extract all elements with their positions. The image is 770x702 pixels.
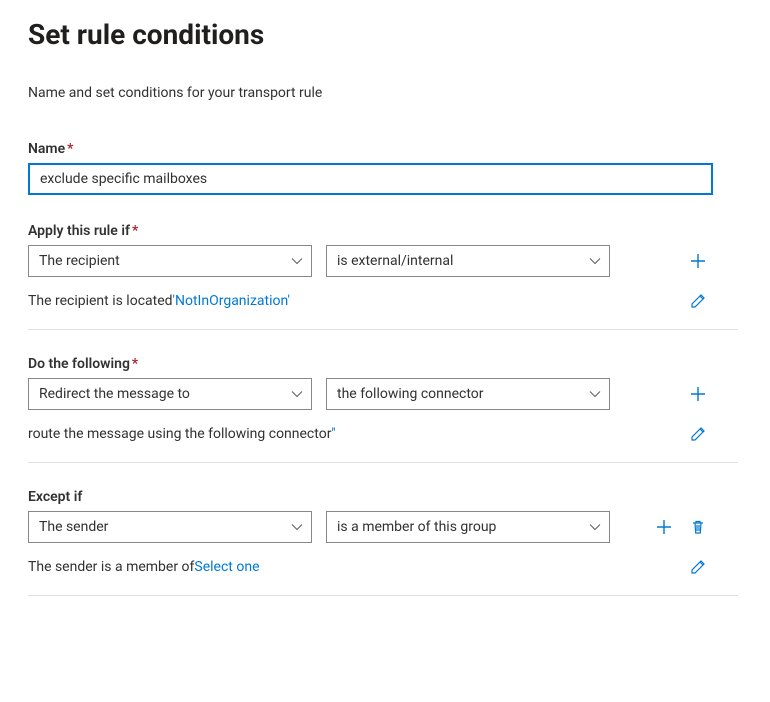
edit-exception-button[interactable] — [688, 557, 708, 577]
except-if-predicate-select[interactable]: is a member of this group — [326, 511, 610, 543]
edit-action-button[interactable] — [688, 424, 708, 444]
do-following-label: Do the following* — [28, 356, 742, 372]
apply-if-predicate-value: is external/internal — [337, 253, 453, 269]
apply-if-summary-link[interactable]: 'NotInOrganization' — [173, 293, 290, 309]
apply-if-condition-select[interactable]: The recipient — [28, 245, 312, 277]
divider — [28, 329, 738, 330]
divider — [28, 462, 738, 463]
chevron-down-icon — [291, 521, 303, 533]
apply-if-label-text: Apply this rule if — [28, 223, 130, 239]
do-following-label-text: Do the following — [28, 356, 130, 372]
chevron-down-icon — [589, 388, 601, 400]
required-asterisk: * — [132, 356, 138, 372]
except-if-predicate-value: is a member of this group — [337, 519, 496, 535]
do-following-action-select[interactable]: Redirect the message to — [28, 378, 312, 410]
name-label: Name* — [28, 141, 742, 157]
page-title: Set rule conditions — [28, 18, 742, 51]
except-if-block: Except if The sender is a member of this… — [28, 489, 742, 596]
apply-if-condition-value: The recipient — [39, 253, 120, 269]
do-following-summary-text: route the message using the following co… — [28, 426, 331, 442]
divider — [28, 595, 738, 596]
chevron-down-icon — [589, 521, 601, 533]
except-if-summary-link[interactable]: Select one — [194, 559, 259, 575]
except-if-condition-select[interactable]: The sender — [28, 511, 312, 543]
add-action-button[interactable] — [688, 384, 708, 404]
do-following-block: Do the following* Redirect the message t… — [28, 356, 742, 463]
chevron-down-icon — [291, 255, 303, 267]
apply-if-summary-text: The recipient is located — [28, 293, 173, 309]
page-subtitle: Name and set conditions for your transpo… — [28, 85, 742, 101]
add-condition-button[interactable] — [688, 251, 708, 271]
do-following-summary-link[interactable]: '' — [331, 426, 335, 442]
except-if-label-text: Except if — [28, 489, 82, 505]
required-asterisk: * — [67, 141, 73, 157]
except-if-label: Except if — [28, 489, 742, 505]
apply-if-block: Apply this rule if* The recipient is ext… — [28, 223, 742, 330]
name-input[interactable] — [28, 163, 713, 195]
edit-condition-button[interactable] — [688, 291, 708, 311]
name-block: Name* — [28, 141, 742, 195]
add-exception-button[interactable] — [654, 517, 674, 537]
chevron-down-icon — [291, 388, 303, 400]
required-asterisk: * — [132, 223, 138, 239]
except-if-condition-value: The sender — [39, 519, 108, 535]
apply-if-label: Apply this rule if* — [28, 223, 742, 239]
do-following-target-select[interactable]: the following connector — [326, 378, 610, 410]
delete-exception-button[interactable] — [688, 517, 708, 537]
apply-if-predicate-select[interactable]: is external/internal — [326, 245, 610, 277]
except-if-summary-text: The sender is a member of — [28, 559, 194, 575]
name-label-text: Name — [28, 141, 65, 157]
do-following-target-value: the following connector — [337, 386, 484, 402]
chevron-down-icon — [589, 255, 601, 267]
do-following-action-value: Redirect the message to — [39, 386, 190, 402]
